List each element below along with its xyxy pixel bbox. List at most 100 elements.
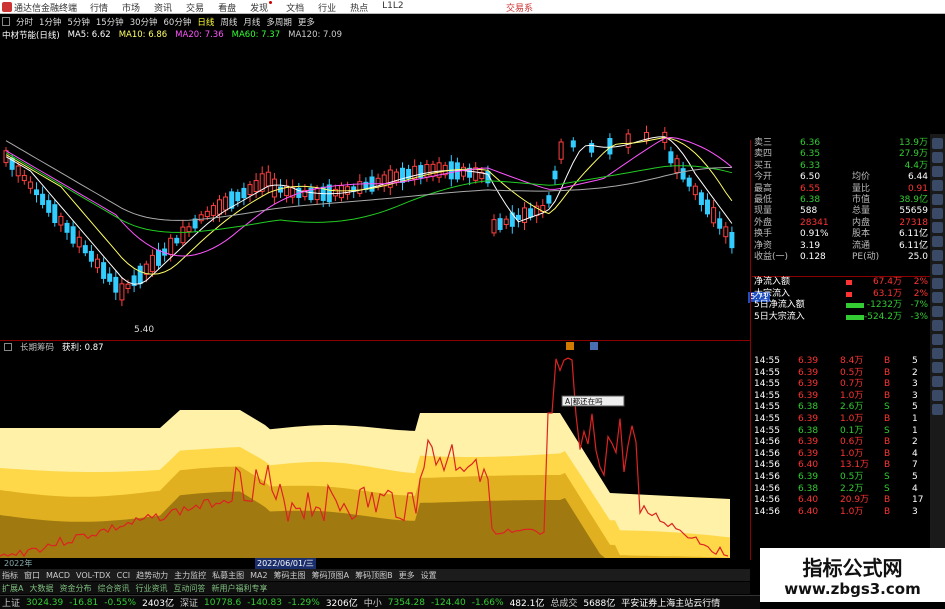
period-monthly[interactable]: 月线	[243, 16, 260, 28]
tool-icon-16[interactable]	[932, 348, 943, 359]
tool-icon-13[interactable]	[932, 306, 943, 317]
period-5min[interactable]: 5分钟	[67, 16, 89, 28]
status-sz-label[interactable]: 深证	[180, 596, 198, 609]
tool-icon-8[interactable]	[932, 236, 943, 247]
candle	[210, 205, 216, 216]
chip-distribution-chart[interactable]: 90.0080.0070.0060.0050.0040.0030.0020.00…	[0, 353, 750, 558]
tool-icon-18[interactable]	[932, 376, 943, 387]
tool-icon-15[interactable]	[932, 334, 943, 345]
tab-chip-main[interactable]: 筹码主图	[274, 570, 306, 581]
tick-time: 14:55	[754, 402, 780, 413]
tab-macd[interactable]: MACD	[46, 571, 70, 580]
flow-pct: 2%	[913, 288, 928, 299]
tool-icon-7[interactable]	[932, 222, 943, 233]
menu-item-industry[interactable]: 行业	[318, 1, 336, 14]
tick-side: S	[884, 425, 890, 436]
layout-toggle-icon[interactable]	[2, 17, 10, 26]
indicator-menu-icon[interactable]	[4, 343, 12, 351]
period-intraday[interactable]: 分时	[16, 16, 33, 28]
tab-trend[interactable]: 趋势动力	[136, 570, 168, 581]
tool-icon-14[interactable]	[932, 320, 943, 331]
tool-icon-20[interactable]	[932, 404, 943, 415]
period-30min[interactable]: 30分钟	[130, 16, 158, 28]
tab-vol[interactable]: VOL-TDX	[76, 571, 111, 580]
tab-more[interactable]: 更多	[399, 570, 415, 581]
quote-row: 换手 0.91% 股本 6.11亿	[752, 229, 930, 240]
trade-system-link[interactable]: 交易系	[506, 1, 533, 14]
menu-item-watch[interactable]: 看盘	[218, 1, 236, 14]
flow-pct: 2%	[913, 277, 928, 287]
tab-settings[interactable]: 设置	[421, 570, 437, 581]
tab-ma2[interactable]: MA2	[250, 571, 267, 580]
tab-private[interactable]: 私募主图	[212, 570, 244, 581]
quote-value: 6.33	[800, 160, 821, 171]
period-60min[interactable]: 60分钟	[164, 16, 192, 28]
tick-row: 14:56 6.40 20.9万 B 17	[752, 495, 930, 507]
tab2-bigdata[interactable]: 大数据	[29, 583, 53, 594]
tab-indicator[interactable]: 指标	[2, 570, 18, 581]
tab-window[interactable]: 窗口	[24, 570, 40, 581]
period-15min[interactable]: 15分钟	[96, 16, 124, 28]
tab-cci[interactable]: CCI	[117, 571, 131, 580]
tool-icon-2[interactable]	[932, 152, 943, 163]
tick-count: 5	[912, 356, 918, 366]
period-1min[interactable]: 1分钟	[39, 16, 61, 28]
tool-icon-12[interactable]	[932, 292, 943, 303]
tab-chip-top-a[interactable]: 筹码顶图A	[312, 570, 349, 581]
period-weekly[interactable]: 周线	[220, 16, 237, 28]
status-sme-label[interactable]: 中小	[364, 596, 382, 609]
signal-icon[interactable]	[566, 342, 574, 350]
tick-time: 14:55	[754, 425, 780, 436]
menu-item-docs[interactable]: 文档	[286, 1, 304, 14]
indicator-name[interactable]: 长期筹码	[20, 341, 54, 353]
tick-volume: 1.0万	[840, 506, 864, 517]
tool-icon-11[interactable]	[932, 278, 943, 289]
period-more[interactable]: 更多	[298, 16, 315, 28]
status-sme-amt: 482.1亿	[509, 599, 545, 609]
menu-item-hotspot[interactable]: 热点	[350, 1, 368, 14]
quote-label: 收益(一)	[754, 251, 789, 262]
tool-icon-1[interactable]	[932, 138, 943, 149]
tick-row: 14:55 6.39 0.7万 B 3	[752, 379, 930, 391]
tick-time: 14:55	[754, 367, 780, 378]
status-sh-label[interactable]: 上证	[2, 596, 20, 609]
quote-label: 换手	[754, 229, 773, 240]
tool-icon-9[interactable]	[932, 250, 943, 261]
tick-side: S	[884, 483, 890, 494]
tab2-capital[interactable]: 资金分布	[59, 583, 91, 594]
tool-icon-10[interactable]	[932, 264, 943, 275]
quote-value: 28341	[800, 217, 829, 228]
tab2-ext-a[interactable]: 扩展A	[2, 583, 23, 594]
menu-item-quotes[interactable]: 行情	[90, 1, 108, 14]
tool-icon-19[interactable]	[932, 390, 943, 401]
tab2-industry-news[interactable]: 行业资讯	[135, 583, 167, 594]
tool-icon-6[interactable]	[932, 208, 943, 219]
period-multi[interactable]: 多周期	[266, 16, 292, 28]
tick-volume: 1.0万	[840, 390, 864, 401]
quote-value: 3.19	[800, 240, 821, 251]
candle	[546, 195, 552, 204]
tick-volume: 2.2万	[840, 483, 864, 494]
menu-item-news[interactable]: 资讯	[154, 1, 172, 14]
info-icon[interactable]	[590, 342, 598, 350]
tab-chip-top-b[interactable]: 筹码顶图B	[355, 570, 393, 581]
tick-time: 14:56	[754, 506, 780, 517]
quote-row: 外盘 28341 内盘 27318	[752, 218, 930, 229]
tab2-qa[interactable]: 互动问答	[173, 583, 205, 594]
tool-icon-3[interactable]	[932, 166, 943, 177]
menu-item-discover[interactable]: 发现	[250, 1, 272, 14]
tool-icon-5[interactable]	[932, 194, 943, 205]
tick-list[interactable]: 14:55 6.39 8.4万 B 5 14:55 6.39 0.5万 B 2 14:55 6.39 0…	[752, 356, 930, 561]
tool-icon-17[interactable]	[932, 362, 943, 373]
tab2-welfare[interactable]: 新用户福利专享	[211, 583, 267, 594]
status-server[interactable]: 平安证券上海主站云行情	[621, 596, 720, 609]
period-daily[interactable]: 日线	[197, 16, 214, 28]
menu-item-trade[interactable]: 交易	[186, 1, 204, 14]
menu-item-market[interactable]: 市场	[122, 1, 140, 14]
tab2-news[interactable]: 综合资讯	[97, 583, 129, 594]
candlestick-chart[interactable]: 5.40 7.757.507.257.006.756.506.256.005.7…	[0, 42, 750, 340]
tool-icon-4[interactable]	[932, 180, 943, 191]
tab-main-monitor[interactable]: 主力监控	[174, 570, 206, 581]
menu-item-l1l2[interactable]: L1L2	[382, 1, 403, 14]
flow-label: 5日大宗流入	[754, 311, 805, 322]
